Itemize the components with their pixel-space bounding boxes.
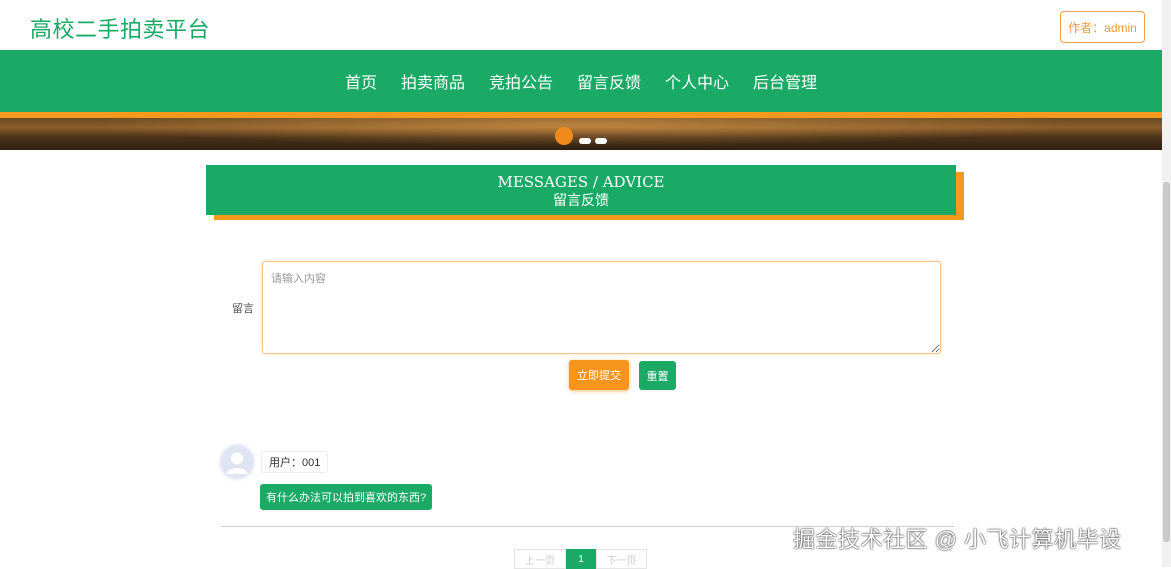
- comment-content: 有什么办法可以拍到喜欢的东西?: [260, 484, 433, 510]
- reset-button[interactable]: 重置: [639, 361, 676, 390]
- section-title-cn: 留言反馈: [553, 193, 609, 209]
- pagination-next-button[interactable]: 下一页: [596, 549, 647, 569]
- section-header: MESSAGES / ADVICE 留言反馈: [206, 165, 956, 215]
- comment-user-name: 用户：001: [261, 451, 329, 473]
- author-badge[interactable]: 作者：admin: [1060, 11, 1145, 43]
- carousel-dot-active[interactable]: [555, 127, 573, 145]
- pagination: 上一页 1 下一页: [514, 549, 647, 569]
- site-title[interactable]: 高校二手拍卖平台: [30, 12, 210, 44]
- banner-carousel: [0, 118, 1162, 150]
- nav-item-user-center[interactable]: 个人中心: [665, 69, 729, 93]
- user-avatar-icon: [221, 446, 253, 478]
- section-title-en: MESSAGES / ADVICE: [497, 173, 665, 191]
- nav-item-home[interactable]: 首页: [345, 69, 377, 93]
- scrollbar-thumb[interactable]: [1163, 182, 1170, 542]
- carousel-dot[interactable]: [595, 138, 607, 144]
- message-input[interactable]: [262, 261, 941, 354]
- nav-item-feedback[interactable]: 留言反馈: [577, 69, 641, 93]
- watermark-text: 掘金技术社区 @ 小飞计算机毕设: [793, 527, 1122, 552]
- pagination-page-button[interactable]: 1: [566, 549, 596, 569]
- submit-button[interactable]: 立即提交: [569, 360, 629, 390]
- nav-item-auction-goods[interactable]: 拍卖商品: [401, 69, 465, 93]
- carousel-dot[interactable]: [579, 138, 591, 144]
- nav-item-admin[interactable]: 后台管理: [753, 69, 817, 93]
- message-label: 留言: [232, 303, 254, 315]
- main-nav: 首页 拍卖商品 竞拍公告 留言反馈 个人中心 后台管理: [0, 50, 1162, 112]
- nav-item-bid-notice[interactable]: 竞拍公告: [489, 69, 553, 93]
- pagination-prev-button[interactable]: 上一页: [514, 549, 566, 569]
- header-bar: 高校二手拍卖平台 作者：admin: [0, 0, 1162, 50]
